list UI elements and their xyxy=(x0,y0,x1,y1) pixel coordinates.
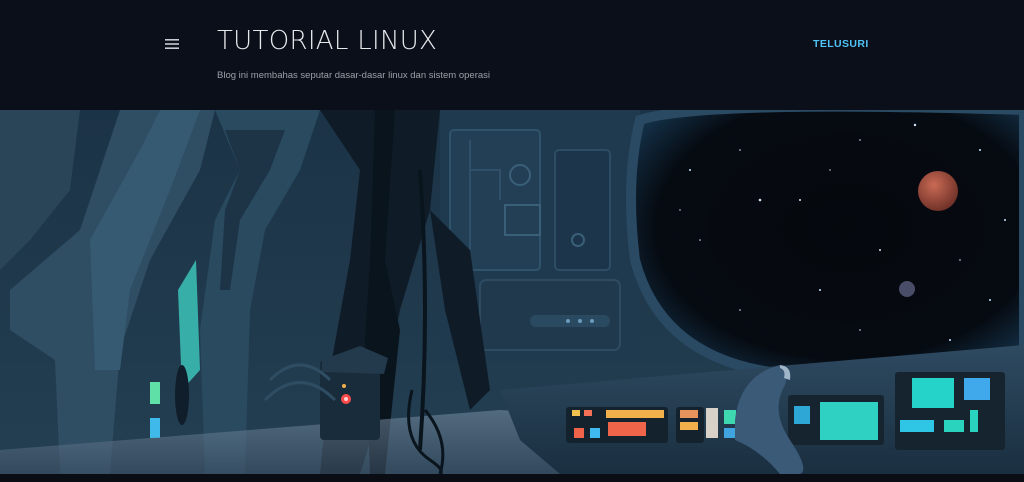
bottom-strip xyxy=(0,474,1024,482)
page: TUTORIAL LINUX Blog ini membahas seputar… xyxy=(0,0,1024,482)
menu-button[interactable] xyxy=(158,30,186,58)
header-banner-image xyxy=(0,110,1024,474)
site-description: Blog ini membahas seputar dasar-dasar li… xyxy=(217,70,490,81)
search-button[interactable]: TELUSURI xyxy=(813,38,869,50)
hamburger-menu-icon xyxy=(165,38,179,50)
blog-header: TUTORIAL LINUX Blog ini membahas seputar… xyxy=(0,0,1024,110)
site-title[interactable]: TUTORIAL LINUX xyxy=(217,26,437,56)
